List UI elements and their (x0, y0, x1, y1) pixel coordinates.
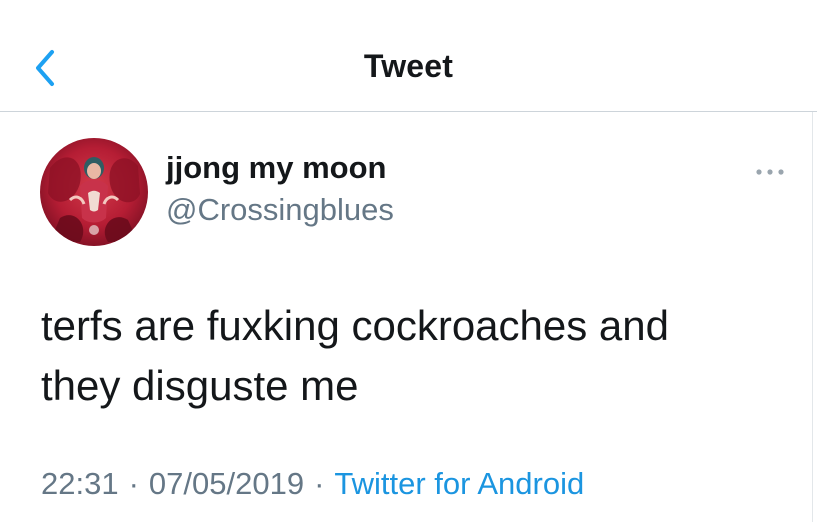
top-bar: Tweet (0, 0, 817, 112)
more-options-button[interactable] (752, 160, 788, 184)
page-title: Tweet (363, 48, 454, 84)
tweet-time: 22:31 (41, 466, 119, 501)
tweet-text: terfs are fuxking cockroaches and they d… (41, 296, 781, 416)
more-horizontal-icon (756, 169, 784, 175)
avatar[interactable] (40, 138, 148, 246)
avatar-image (40, 138, 148, 246)
divider (812, 112, 813, 522)
tweet-detail-page: Tweet jjong my moon @Crossingblues terfs… (0, 0, 817, 522)
tweet-source-link[interactable]: Twitter for Android (334, 466, 584, 501)
author-display-name[interactable]: jjong my moon (166, 150, 386, 186)
tweet-date: 07/05/2019 (148, 466, 305, 501)
tweet-text-line: they disguste me (41, 362, 359, 409)
separator: · (128, 466, 139, 501)
separator: · (314, 466, 325, 501)
author-handle[interactable]: @Crossingblues (166, 192, 394, 228)
tweet-text-line: terfs are fuxking cockroaches and (41, 302, 669, 349)
tweet-metadata: 22:31 · 07/05/2019 · Twitter for Android (41, 466, 584, 502)
